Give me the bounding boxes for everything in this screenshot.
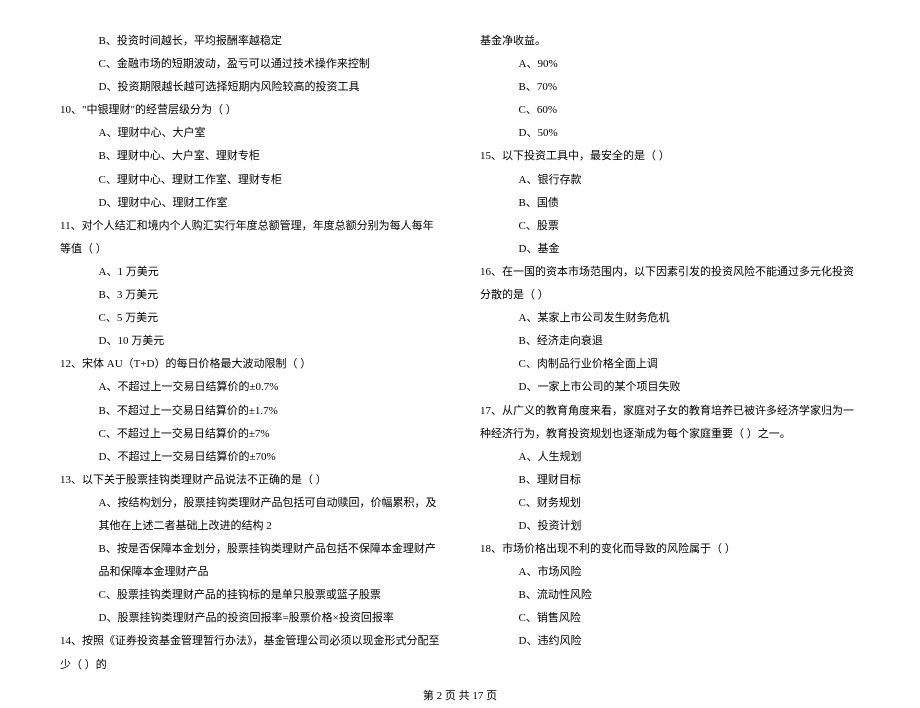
q13-option-d: D、股票挂钩类理财产品的投资回报率=股票价格×投资回报率 — [60, 607, 440, 630]
q14-option-d: D、50% — [480, 122, 860, 145]
q16-option-a: A、某家上市公司发生财务危机 — [480, 307, 860, 330]
q15-option-a: A、银行存款 — [480, 169, 860, 192]
q17-option-a: A、人生规划 — [480, 446, 860, 469]
q12: 12、宋体 AU（T+D）的每日价格最大波动限制（ ） — [60, 353, 440, 376]
q16-option-b: B、经济走向衰退 — [480, 330, 860, 353]
document-body: B、投资时间越长，平均报酬率越稳定 C、金融市场的短期波动，盈亏可以通过技术操作… — [60, 30, 860, 677]
q15-option-c: C、股票 — [480, 215, 860, 238]
q9-option-b: B、投资时间越长，平均报酬率越稳定 — [60, 30, 440, 53]
q10-option-b: B、理财中心、大户室、理财专柜 — [60, 145, 440, 168]
q11-option-a: A、1 万美元 — [60, 261, 440, 284]
page-footer: 第 2 页 共 17 页 — [60, 685, 860, 708]
q12-option-a: A、不超过上一交易日结算价的±0.7% — [60, 376, 440, 399]
q18: 18、市场价格出现不利的变化而导致的风险属于（ ） — [480, 538, 860, 561]
q17-option-d: D、投资计划 — [480, 515, 860, 538]
q10-option-a: A、理财中心、大户室 — [60, 122, 440, 145]
left-column: B、投资时间越长，平均报酬率越稳定 C、金融市场的短期波动，盈亏可以通过技术操作… — [60, 30, 440, 677]
q9-option-c: C、金融市场的短期波动，盈亏可以通过技术操作来控制 — [60, 53, 440, 76]
q14-cont: 基金净收益。 — [480, 30, 860, 53]
q17: 17、从广义的教育角度来看，家庭对子女的教育培养已被许多经济学家归为一种经济行为… — [480, 400, 860, 446]
q16-option-d: D、一家上市公司的某个项目失败 — [480, 376, 860, 399]
q15-option-d: D、基金 — [480, 238, 860, 261]
q11-option-b: B、3 万美元 — [60, 284, 440, 307]
q17-option-c: C、财务规划 — [480, 492, 860, 515]
q9-option-d: D、投资期限越长越可选择短期内风险较高的投资工具 — [60, 76, 440, 99]
right-column: 基金净收益。 A、90% B、70% C、60% D、50% 15、以下投资工具… — [480, 30, 860, 677]
q18-option-b: B、流动性风险 — [480, 584, 860, 607]
q10-option-c: C、理财中心、理财工作室、理财专柜 — [60, 169, 440, 192]
q11-option-c: C、5 万美元 — [60, 307, 440, 330]
q13: 13、以下关于股票挂钩类理财产品说法不正确的是（ ） — [60, 469, 440, 492]
q14: 14、按照《证券投资基金管理暂行办法》，基金管理公司必须以现金形式分配至少（ ）… — [60, 630, 440, 676]
q11-option-d: D、10 万美元 — [60, 330, 440, 353]
q15: 15、以下投资工具中，最安全的是（ ） — [480, 145, 860, 168]
q18-option-d: D、违约风险 — [480, 630, 860, 653]
q17-option-b: B、理财目标 — [480, 469, 860, 492]
q16: 16、在一国的资本市场范围内，以下因素引发的投资风险不能通过多元化投资分散的是（… — [480, 261, 860, 307]
q15-option-b: B、国债 — [480, 192, 860, 215]
q14-option-b: B、70% — [480, 76, 860, 99]
q14-option-c: C、60% — [480, 99, 860, 122]
q12-option-c: C、不超过上一交易日结算价的±7% — [60, 423, 440, 446]
q12-option-d: D、不超过上一交易日结算价的±70% — [60, 446, 440, 469]
q13-option-a: A、按结构划分，股票挂钩类理财产品包括可自动赎回，价幅累积，及其他在上述二者基础… — [60, 492, 440, 538]
q13-option-c: C、股票挂钩类理财产品的挂钩标的是单只股票或篮子股票 — [60, 584, 440, 607]
q12-option-b: B、不超过上一交易日结算价的±1.7% — [60, 400, 440, 423]
q16-option-c: C、肉制品行业价格全面上调 — [480, 353, 860, 376]
q11: 11、对个人结汇和境内个人购汇实行年度总额管理，年度总额分别为每人每年等值（ ） — [60, 215, 440, 261]
q13-option-b: B、按是否保障本金划分，股票挂钩类理财产品包括不保障本金理财产品和保障本金理财产… — [60, 538, 440, 584]
q10-option-d: D、理财中心、理财工作室 — [60, 192, 440, 215]
q10: 10、"中银理财"的经营层级分为（ ） — [60, 99, 440, 122]
q18-option-c: C、销售风险 — [480, 607, 860, 630]
q18-option-a: A、市场风险 — [480, 561, 860, 584]
q14-option-a: A、90% — [480, 53, 860, 76]
